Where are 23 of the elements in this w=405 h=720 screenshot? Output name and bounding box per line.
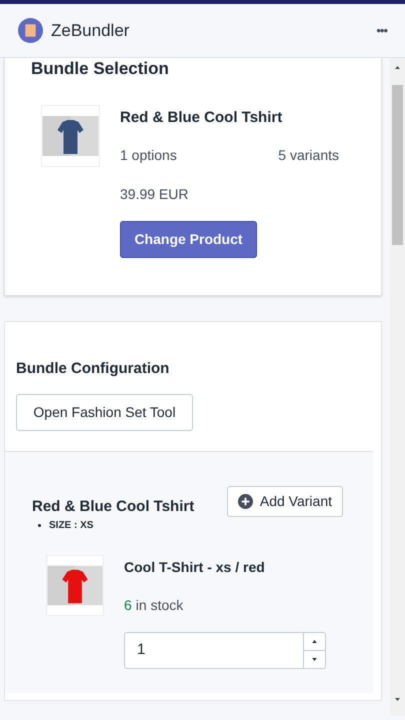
caret-up-icon <box>312 640 317 643</box>
variant-name: Cool T-Shirt - xs / red <box>124 558 266 577</box>
add-variant-button[interactable]: Add Variant <box>226 486 343 516</box>
stock-label: in stock <box>136 596 184 615</box>
item-title: Red & Blue Cool Tshirt <box>32 496 194 516</box>
caret-down-icon <box>312 658 317 661</box>
product-title: Red & Blue Cool Tshirt <box>120 108 284 128</box>
open-fashion-set-tool-button[interactable]: Open Fashion Set Tool <box>16 394 193 430</box>
change-product-button[interactable]: Change Product <box>120 220 257 258</box>
app-logo-icon <box>18 18 43 43</box>
app-title: ZeBundler <box>51 20 130 42</box>
option-label: SIZE : XS <box>49 519 94 533</box>
bullet-icon <box>38 524 41 527</box>
options-count: 1 options <box>120 146 177 165</box>
stock-count: 6 <box>124 596 132 615</box>
quantity-field[interactable]: 1 <box>124 632 304 669</box>
variants-count: 5 variants <box>278 146 339 164</box>
more-menu-button[interactable]: ••• <box>376 20 387 40</box>
section-heading: Bundle Configuration <box>16 359 170 379</box>
product-price: 39.99 EUR <box>120 184 190 204</box>
plus-icon <box>238 494 253 508</box>
section-heading: Bundle Selection <box>31 58 170 79</box>
quantity-stepper[interactable] <box>304 632 326 669</box>
